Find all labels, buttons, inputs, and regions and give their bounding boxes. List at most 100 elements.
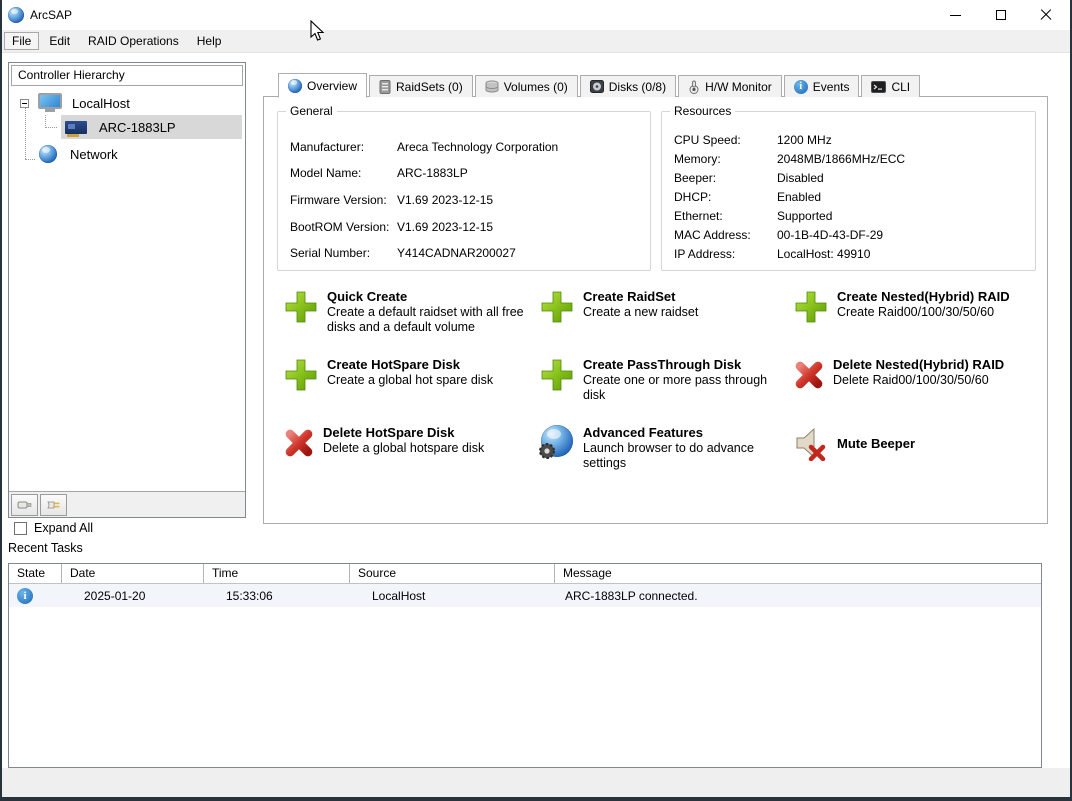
column-header-time[interactable]: Time <box>204 564 350 583</box>
controller-hierarchy-header: Controller Hierarchy <box>11 65 243 86</box>
power-plug-icon <box>46 499 62 511</box>
action-advanced-features[interactable]: Advanced FeaturesLaunch browser to do ad… <box>539 425 787 471</box>
action-title: Delete HotSpare Disk <box>323 425 484 440</box>
menu-edit[interactable]: Edit <box>41 32 78 50</box>
action-desc: Create a global hot spare disk <box>327 373 493 388</box>
resources-value: 00-1B-4D-43-DF-29 <box>777 228 883 242</box>
action-title: Mute Beeper <box>837 436 915 451</box>
column-header-source[interactable]: Source <box>350 564 555 583</box>
action-desc: Create Raid00/100/30/50/60 <box>837 305 1010 320</box>
collapse-expander-icon[interactable] <box>20 99 29 108</box>
action-title: Create HotSpare Disk <box>327 357 493 372</box>
close-button[interactable] <box>1023 0 1068 30</box>
tab-bar: Overview RaidSets (0) Volumes (0) Disks … <box>278 72 922 97</box>
action-quick-create[interactable]: Quick CreateCreate a default raidset wit… <box>283 289 531 335</box>
general-value: V1.69 2023-12-15 <box>397 220 493 234</box>
resources-value: Supported <box>777 209 832 223</box>
tab-events[interactable]: i Events <box>784 75 860 97</box>
general-legend: General <box>286 104 337 118</box>
column-header-message[interactable]: Message <box>555 564 1041 583</box>
globe-gear-icon <box>539 425 575 461</box>
speaker-mute-icon <box>793 425 829 461</box>
delete-x-icon <box>283 427 315 459</box>
window-title: ArcSAP <box>30 8 72 22</box>
tab-label: Volumes (0) <box>504 80 568 94</box>
resources-label: Beeper: <box>674 171 777 185</box>
globe-icon <box>39 145 57 163</box>
delete-x-icon <box>793 359 825 391</box>
table-row[interactable]: i 2025-01-20 15:33:06 LocalHost ARC-1883… <box>9 584 1041 607</box>
action-title: Advanced Features <box>583 425 787 440</box>
tab-overview[interactable]: Overview <box>278 73 367 98</box>
globe-icon <box>288 79 302 93</box>
action-title: Quick Create <box>327 289 531 304</box>
action-create-nested-raid[interactable]: Create Nested(Hybrid) RAIDCreate Raid00/… <box>793 289 1041 325</box>
add-plus-icon <box>539 357 575 393</box>
action-desc: Create one or more pass through disk <box>583 373 787 403</box>
tab-label: CLI <box>891 80 910 94</box>
column-header-state[interactable]: State <box>9 564 62 583</box>
action-title: Create Nested(Hybrid) RAID <box>837 289 1010 304</box>
tab-label: Events <box>813 80 850 94</box>
action-desc: Create a new raidset <box>583 305 698 320</box>
general-label: Serial Number: <box>290 246 397 260</box>
menu-file[interactable]: File <box>4 32 39 50</box>
resources-label: DHCP: <box>674 190 777 204</box>
task-time: 15:33:06 <box>204 589 350 603</box>
minimize-button[interactable] <box>933 0 978 30</box>
tree-item-network[interactable]: Network <box>39 142 118 166</box>
resources-label: MAC Address: <box>674 228 777 242</box>
minimize-icon <box>950 15 961 16</box>
action-title: Create RaidSet <box>583 289 698 304</box>
controller-hierarchy-panel: Controller Hierarchy LocalHost ARC-1883L… <box>8 62 246 518</box>
action-desc: Launch browser to do advance settings <box>583 441 787 471</box>
tree-item-localhost[interactable]: LocalHost <box>20 91 130 115</box>
general-groupbox: General Manufacturer:Areca Technology Co… <box>277 111 651 271</box>
tab-raidsets[interactable]: RaidSets (0) <box>369 75 473 97</box>
add-plus-icon <box>539 289 575 325</box>
add-plus-icon <box>793 289 829 325</box>
tab-label: RaidSets (0) <box>396 80 463 94</box>
resources-groupbox: Resources CPU Speed:1200 MHz Memory:2048… <box>661 111 1036 271</box>
expand-all-checkbox[interactable] <box>14 522 27 535</box>
connect-button[interactable] <box>11 494 38 516</box>
resources-label: Memory: <box>674 152 777 166</box>
tree-item-label: ARC-1883LP <box>99 120 176 135</box>
resources-legend: Resources <box>670 104 735 118</box>
add-plus-icon <box>283 289 319 325</box>
action-delete-hotspare[interactable]: Delete HotSpare DiskDelete a global hots… <box>283 425 531 459</box>
raidset-cabinet-icon <box>379 80 391 94</box>
action-create-passthrough[interactable]: Create PassThrough DiskCreate one or mor… <box>539 357 787 403</box>
column-header-date[interactable]: Date <box>62 564 204 583</box>
tab-label: Disks (0/8) <box>609 80 666 94</box>
disconnect-button[interactable] <box>40 494 67 516</box>
tab-volumes[interactable]: Volumes (0) <box>475 75 578 97</box>
tab-hw-monitor[interactable]: H/W Monitor <box>678 75 782 97</box>
task-source: LocalHost <box>350 589 555 603</box>
tab-cli[interactable]: CLI <box>861 75 920 97</box>
action-create-hotspare[interactable]: Create HotSpare DiskCreate a global hot … <box>283 357 531 393</box>
action-desc: Delete a global hotspare disk <box>323 441 484 456</box>
tab-label: H/W Monitor <box>705 80 772 94</box>
action-delete-nested-raid[interactable]: Delete Nested(Hybrid) RAIDDelete Raid00/… <box>793 357 1041 391</box>
menu-help[interactable]: Help <box>189 32 230 50</box>
action-title: Delete Nested(Hybrid) RAID <box>833 357 1004 372</box>
tree-connector-line <box>25 159 35 160</box>
close-icon <box>1040 9 1052 21</box>
volume-stack-icon <box>485 80 499 94</box>
tree-item-arc-1883lp[interactable]: ARC-1883LP <box>65 115 176 139</box>
info-icon: i <box>17 588 33 604</box>
tab-label: Overview <box>307 79 357 93</box>
recent-tasks-table: State Date Time Source Message i 2025-01… <box>8 563 1042 768</box>
general-label: BootROM Version: <box>290 220 397 234</box>
menu-raid-operations[interactable]: RAID Operations <box>80 32 187 50</box>
maximize-button[interactable] <box>978 0 1023 30</box>
window-frame-bottom <box>0 797 1072 801</box>
action-mute-beeper[interactable]: Mute Beeper <box>793 425 1041 461</box>
tab-disks[interactable]: Disks (0/8) <box>580 75 676 97</box>
arcsap-window: ArcSAP File Edit RAID Operations Help Co… <box>0 0 1072 801</box>
status-area <box>2 768 1070 798</box>
general-value: ARC-1883LP <box>397 166 468 180</box>
general-label: Manufacturer: <box>290 140 397 154</box>
action-create-raidset[interactable]: Create RaidSetCreate a new raidset <box>539 289 787 325</box>
